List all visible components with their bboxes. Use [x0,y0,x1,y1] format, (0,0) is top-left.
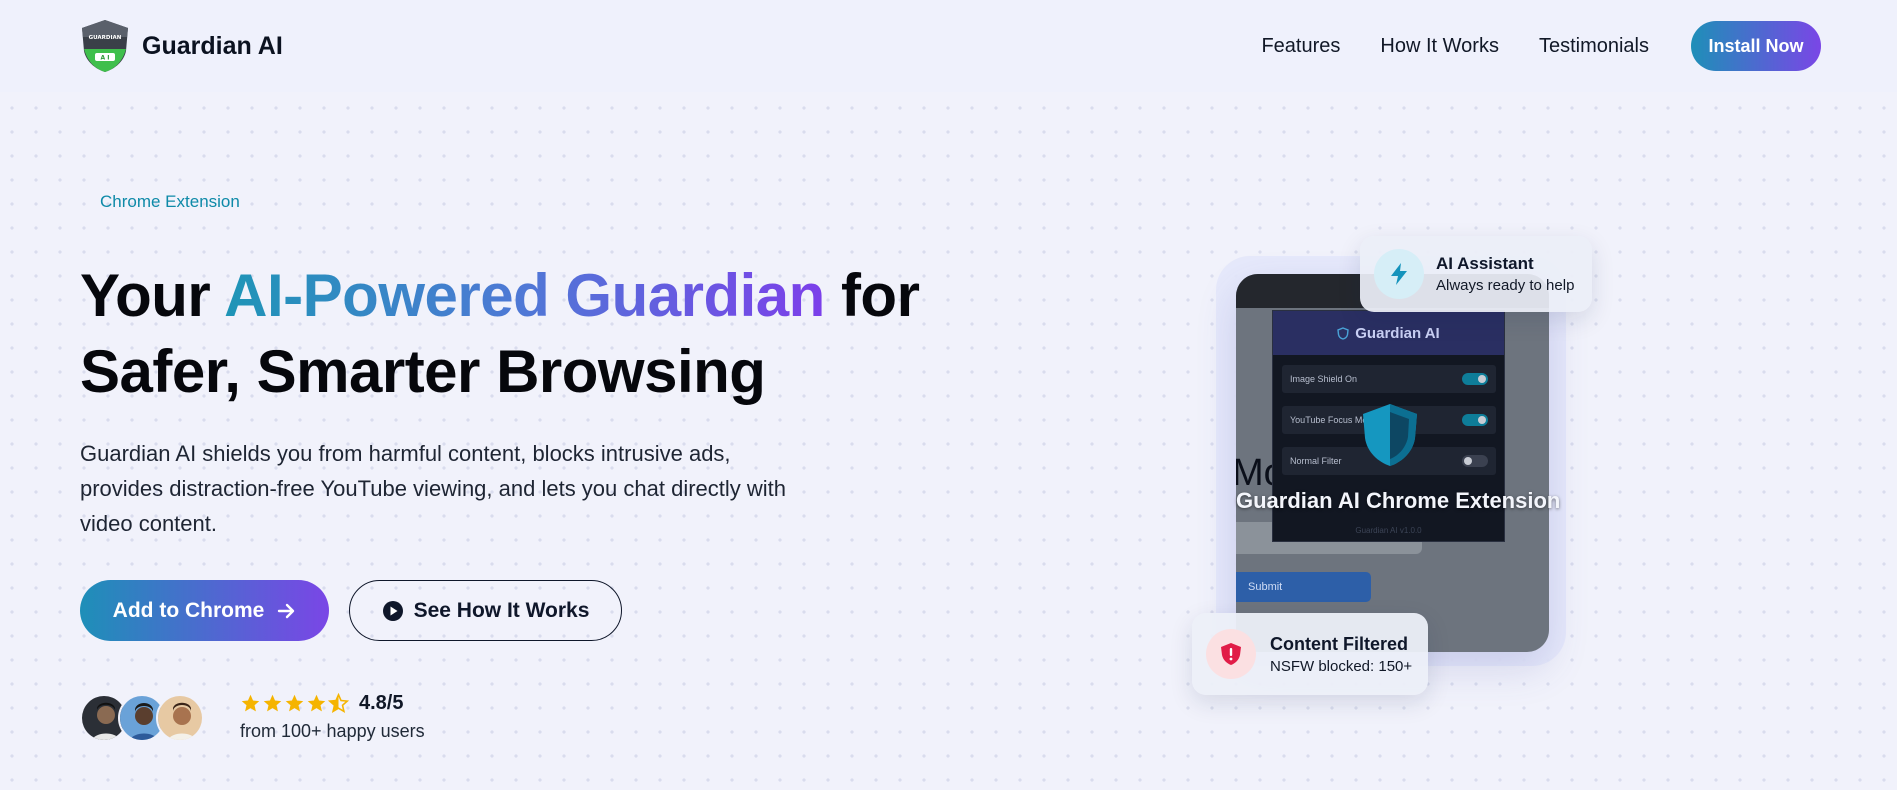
popup-version: Guardian AI v1.0.0 [1355,526,1422,535]
lightning-icon-wrap [1374,249,1424,299]
logo-text: GUARDIAN [89,35,122,41]
ai-assistant-text: AI Assistant Always ready to help [1436,254,1574,294]
hero-title-part1: Your [80,262,225,329]
toggle-switch [1462,373,1488,385]
nav-link-features[interactable]: Features [1261,35,1340,58]
toggle-switch [1462,455,1488,467]
hero-title-line2: Safer, Smarter Browsing [80,338,766,405]
shield-alert-icon [1221,643,1241,665]
star-rating [240,693,349,714]
content-filtered-card: Content Filtered NSFW blocked: 150+ [1192,613,1428,695]
hero-description: Guardian AI shields you from harmful con… [80,441,787,536]
ai-assistant-title: AI Assistant [1436,254,1534,273]
popup-row-label: Normal Filter [1290,456,1342,466]
user-avatars [80,694,204,742]
ai-assistant-card: AI Assistant Always ready to help [1360,236,1592,312]
logo-badge-text: A I [101,55,110,62]
navbar: GUARDIAN A I Guardian AI Features How It… [0,0,1897,92]
nav-link-how-it-works[interactable]: How It Works [1380,35,1499,58]
toggle-switch [1462,414,1488,426]
nav-links: Features How It Works Testimonials Insta… [1261,21,1821,71]
popup-title: Guardian AI [1355,324,1440,342]
add-to-chrome-label: Add to Chrome [112,598,265,622]
play-circle-icon [382,600,403,621]
star-icon [263,694,282,712]
popup-header: Guardian AI [1273,311,1504,355]
ai-assistant-subtitle: Always ready to help [1436,277,1575,294]
rating-subtitle: from 100+ happy users [240,721,425,741]
see-how-it-works-label: See How It Works [413,598,590,622]
shield-logo-icon: GUARDIAN A I [82,20,128,72]
hero-title: Your AI-Powered Guardian for Safer, Smar… [80,258,920,410]
lightning-icon [1391,263,1407,285]
see-how-it-works-button[interactable]: See How It Works [349,580,622,641]
install-now-button[interactable]: Install Now [1691,21,1821,71]
content-filtered-title: Content Filtered [1270,633,1408,654]
arrow-right-icon [278,603,295,618]
content-filtered-subtitle: NSFW blocked: 150+ [1270,657,1413,675]
content-filtered-text: Content Filtered NSFW blocked: 150+ [1270,634,1412,675]
star-icon [285,694,304,712]
chrome-extension-badge: Chrome Extension [100,192,240,211]
rating-value: 4.8/5 [359,692,404,714]
avatar [156,694,204,742]
popup-row-image-shield: Image Shield On [1282,365,1496,393]
popup-row-label: Image Shield On [1290,374,1358,384]
brand[interactable]: GUARDIAN A I Guardian AI [80,19,283,73]
extension-overlay-title: Guardian AI Chrome Extension [1236,488,1561,513]
mockup-submit-button: Submit [1236,572,1371,602]
shield-alert-icon-wrap [1206,629,1256,679]
brand-name: Guardian AI [142,31,283,60]
nav-link-testimonials[interactable]: Testimonials [1539,35,1649,58]
rating-block: 4.8/5 from 100+ happy users [240,692,425,742]
star-icon [241,694,260,712]
hero-title-highlight: AI-Powered Guardian [224,262,825,329]
shield-icon [1363,404,1417,466]
add-to-chrome-button[interactable]: Add to Chrome [80,580,329,641]
star-icon [307,694,326,712]
star-half-icon [328,693,349,713]
rating-row: 4.8/5 [240,692,425,715]
shield-outline-icon [1337,326,1350,340]
hero-title-part2: for [824,262,920,329]
